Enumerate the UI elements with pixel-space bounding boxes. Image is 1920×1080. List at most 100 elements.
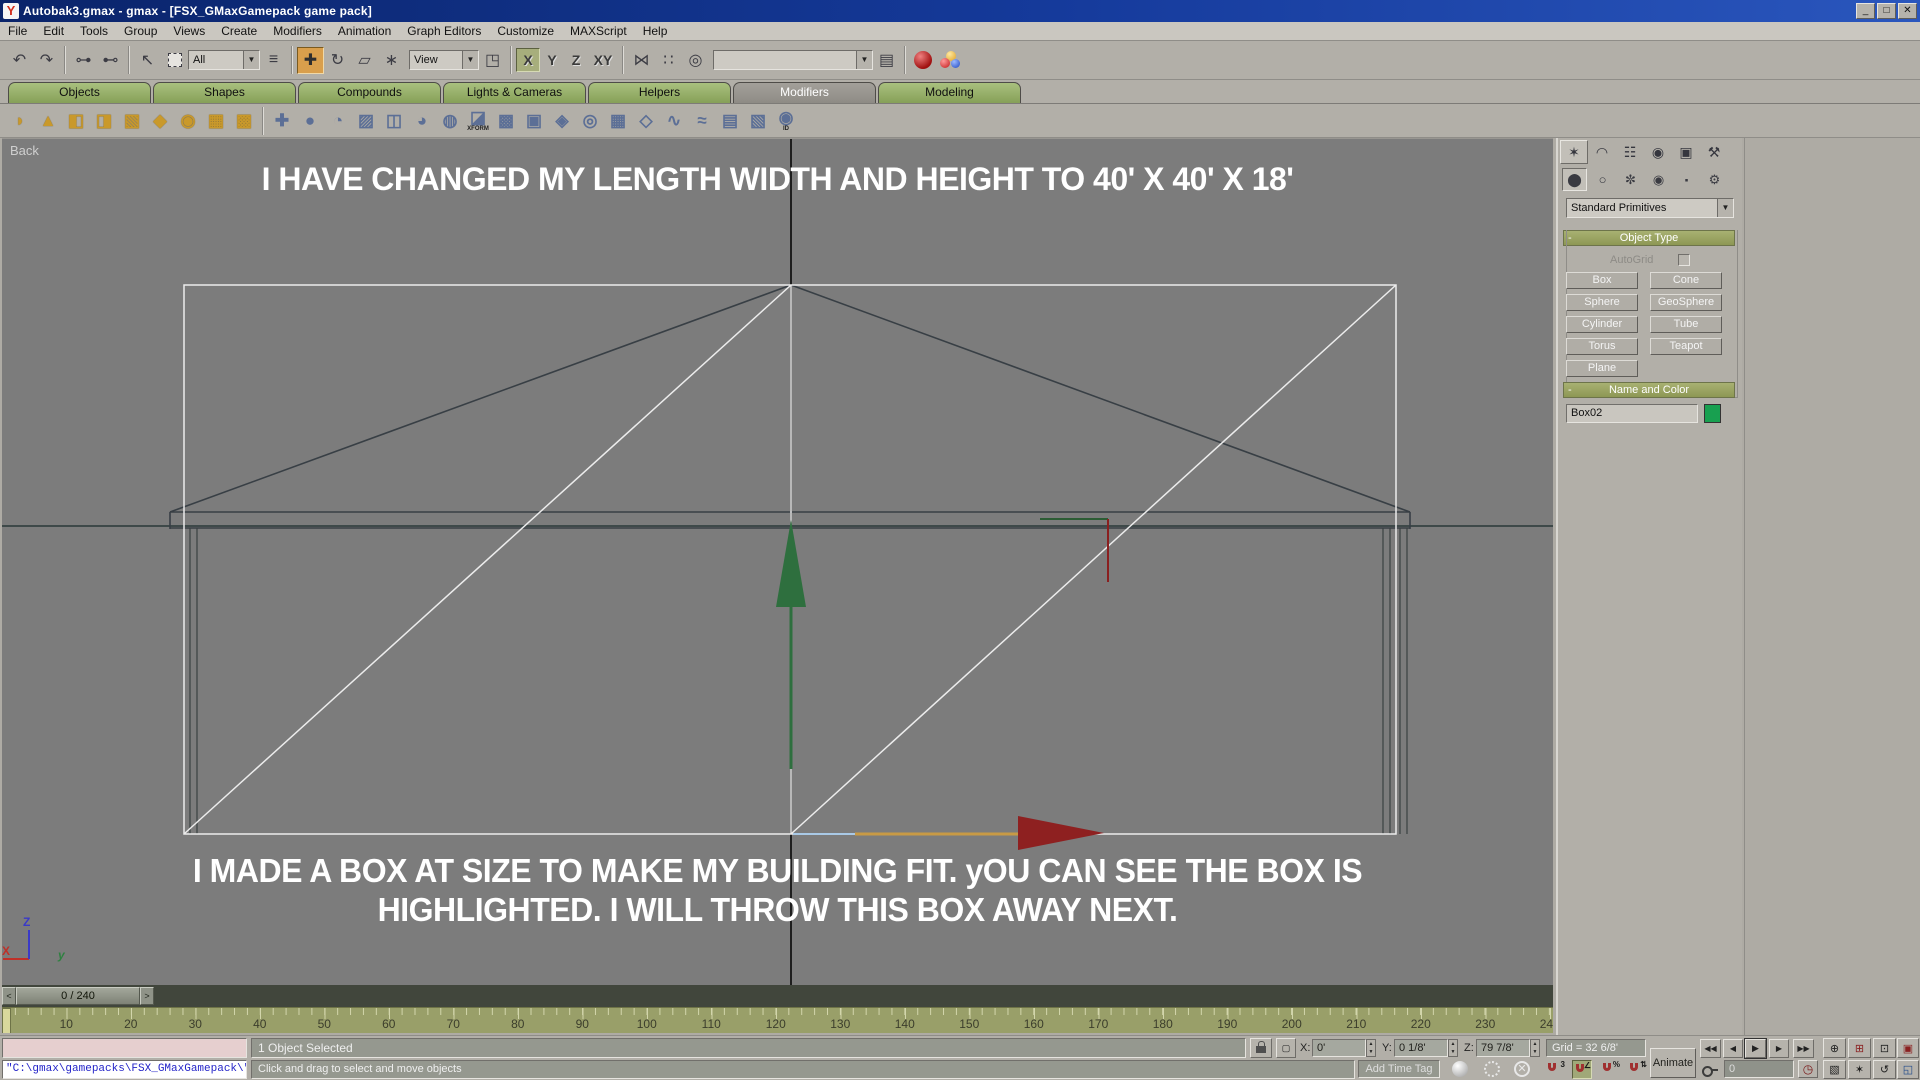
undo-icon[interactable]: ↶ [6, 47, 33, 74]
box-button[interactable]: Box [1566, 272, 1638, 289]
select-and-move-icon[interactable]: ✚ [297, 47, 324, 74]
bones-icon[interactable]: ◔ [324, 107, 352, 135]
select-object-icon[interactable]: ↖ [134, 47, 161, 74]
push-icon[interactable]: ◉ [174, 107, 202, 135]
maximize-button[interactable]: □ [1877, 3, 1896, 19]
y-spinner[interactable]: ▲▼ [1448, 1039, 1458, 1057]
gizmo-x-arrowhead[interactable] [1018, 816, 1104, 850]
name-color-rollout-header[interactable]: - Name and Color [1563, 382, 1735, 398]
time-slider-button[interactable]: 0 / 240 [16, 987, 140, 1005]
animate-button[interactable]: Animate [1650, 1048, 1696, 1078]
select-and-rotate-icon[interactable]: ↻ [324, 47, 351, 74]
helpers-category-icon[interactable]: ⬝ [1674, 168, 1699, 191]
object-name-field[interactable]: Box02 [1566, 404, 1698, 423]
selection-lock-button[interactable] [1250, 1038, 1272, 1058]
taper-icon[interactable]: ▲ [34, 107, 62, 135]
x-spinner[interactable]: ▲▼ [1366, 1039, 1376, 1057]
menu-maxscript[interactable]: MAXScript [562, 22, 635, 40]
teapot-button[interactable]: Teapot [1650, 338, 1722, 355]
zoom-extents-button[interactable]: ⊡ [1873, 1038, 1896, 1058]
arc-rotate-button[interactable]: ↺ [1873, 1060, 1896, 1079]
xform-icon[interactable]: ◪XFORM [464, 107, 492, 135]
dropdown-arrow-icon[interactable]: ▼ [243, 51, 259, 69]
restrict-y-button[interactable]: Y [540, 48, 564, 72]
restrict-x-button[interactable]: X [516, 48, 540, 72]
go-to-start-button[interactable]: ◀◀ [1700, 1039, 1721, 1058]
object-color-swatch[interactable] [1704, 404, 1721, 423]
selection-region-icon[interactable] [161, 47, 188, 74]
align-icon[interactable]: ◎ [682, 47, 709, 74]
time-ruler[interactable]: 1020304050607080901001101201301401501601… [2, 1007, 1553, 1033]
tab-objects[interactable]: Objects [8, 82, 151, 103]
stretch-icon[interactable]: ▧ [118, 107, 146, 135]
hierarchy-tab-icon[interactable]: ☷ [1616, 140, 1644, 164]
add-time-tag[interactable]: Add Time Tag [1358, 1060, 1440, 1078]
use-pivot-center-icon[interactable]: ◳ [479, 47, 506, 74]
twist-icon[interactable]: ◧ [62, 107, 90, 135]
box-modifier-icon[interactable]: ▣ [520, 107, 548, 135]
dropdown-arrow-icon[interactable]: ▼ [856, 51, 872, 69]
zoom-button[interactable]: ⊕ [1823, 1038, 1846, 1058]
menu-help[interactable]: Help [635, 22, 676, 40]
sphere-modifier-icon[interactable]: ◕ [408, 107, 436, 135]
cylinder-button[interactable]: Cylinder [1566, 316, 1638, 333]
autogrid-checkbox[interactable] [1678, 254, 1690, 266]
viewport-back[interactable]: Z X y Back I HAVE CHANGED MY LENGTH WIDT… [2, 138, 1553, 985]
tube-button[interactable]: Tube [1650, 316, 1722, 333]
edit-patch-icon[interactable]: ◇ [632, 107, 660, 135]
select-by-name-icon[interactable]: ≡ [260, 47, 287, 74]
frame-next-button[interactable]: > [140, 987, 154, 1005]
plane-button[interactable]: Plane [1566, 360, 1638, 377]
select-and-link-icon[interactable]: ⊶ [70, 47, 97, 74]
mirror-modifier-icon[interactable]: ◫ [380, 107, 408, 135]
time-slider-track[interactable]: < 0 / 240 > [2, 985, 1553, 1007]
z-spinner[interactable]: ▲▼ [1530, 1039, 1540, 1057]
gizmo-y-arrowhead[interactable] [776, 520, 806, 607]
restrict-z-button[interactable]: Z [564, 48, 588, 72]
cone-button[interactable]: Cone [1650, 272, 1722, 289]
squeeze-icon[interactable]: ◆ [146, 107, 174, 135]
time-configuration-button[interactable]: ◷ [1798, 1060, 1818, 1078]
menu-file[interactable]: File [0, 22, 35, 40]
modify-tab-icon[interactable]: ◠ [1588, 140, 1616, 164]
spherify-icon[interactable]: ● [296, 107, 324, 135]
menu-edit[interactable]: Edit [35, 22, 72, 40]
systems-category-icon[interactable]: ⚙ [1702, 168, 1727, 191]
menu-views[interactable]: Views [165, 22, 213, 40]
y-coordinate-field[interactable]: 0 1/8' [1394, 1039, 1448, 1057]
x-coordinate-field[interactable]: 0' [1312, 1039, 1366, 1057]
torus-button[interactable]: Torus [1566, 338, 1638, 355]
uvw-map-icon[interactable]: ▧ [744, 107, 772, 135]
meshsmooth-icon[interactable]: ◈ [548, 107, 576, 135]
unwrap-uvw-icon[interactable]: ▤ [716, 107, 744, 135]
menu-create[interactable]: Create [213, 22, 265, 40]
select-and-scale-icon[interactable]: ▱ [351, 47, 378, 74]
zoom-extents-all-button[interactable]: ▣ [1897, 1038, 1919, 1058]
pan-button[interactable]: ✶ [1848, 1060, 1871, 1079]
ripple-icon[interactable]: ▩ [230, 107, 258, 135]
tab-modifiers[interactable]: Modifiers [733, 82, 876, 103]
track-bar-thumb[interactable] [2, 1008, 11, 1033]
tab-helpers[interactable]: Helpers [588, 82, 731, 103]
noise-icon[interactable]: ◨ [90, 107, 118, 135]
set-key-icon[interactable] [1702, 1065, 1718, 1075]
tab-modeling[interactable]: Modeling [878, 82, 1021, 103]
angle-snap-toggle-icon[interactable]: ∠ [1572, 1060, 1592, 1079]
edit-mesh-icon[interactable]: ▦ [604, 107, 632, 135]
display-tab-icon[interactable]: ▣ [1672, 140, 1700, 164]
dropdown-arrow-icon[interactable]: ▼ [1717, 199, 1733, 217]
lights-category-icon[interactable]: ✼ [1618, 168, 1643, 191]
relax-icon[interactable]: ▦ [202, 107, 230, 135]
min-max-toggle-button[interactable]: ◱ [1897, 1060, 1919, 1079]
absolute-mode-button[interactable]: ▢ [1276, 1038, 1296, 1058]
dotted-sphere-icon[interactable] [1484, 1061, 1500, 1077]
sphere-button[interactable]: Sphere [1566, 294, 1638, 311]
close-button[interactable]: ✕ [1898, 3, 1917, 19]
percent-snap-toggle-icon[interactable]: % [1600, 1060, 1620, 1079]
dropdown-arrow-icon[interactable]: ▼ [462, 51, 478, 69]
move-gizmo[interactable] [776, 520, 1104, 850]
reference-coordinate-dropdown[interactable]: View ▼ [409, 50, 479, 70]
spinner-snap-toggle-icon[interactable]: ⇅ [1627, 1060, 1647, 1079]
spline-icon[interactable]: ∿ [660, 107, 688, 135]
geosphere-button[interactable]: GeoSphere [1650, 294, 1722, 311]
